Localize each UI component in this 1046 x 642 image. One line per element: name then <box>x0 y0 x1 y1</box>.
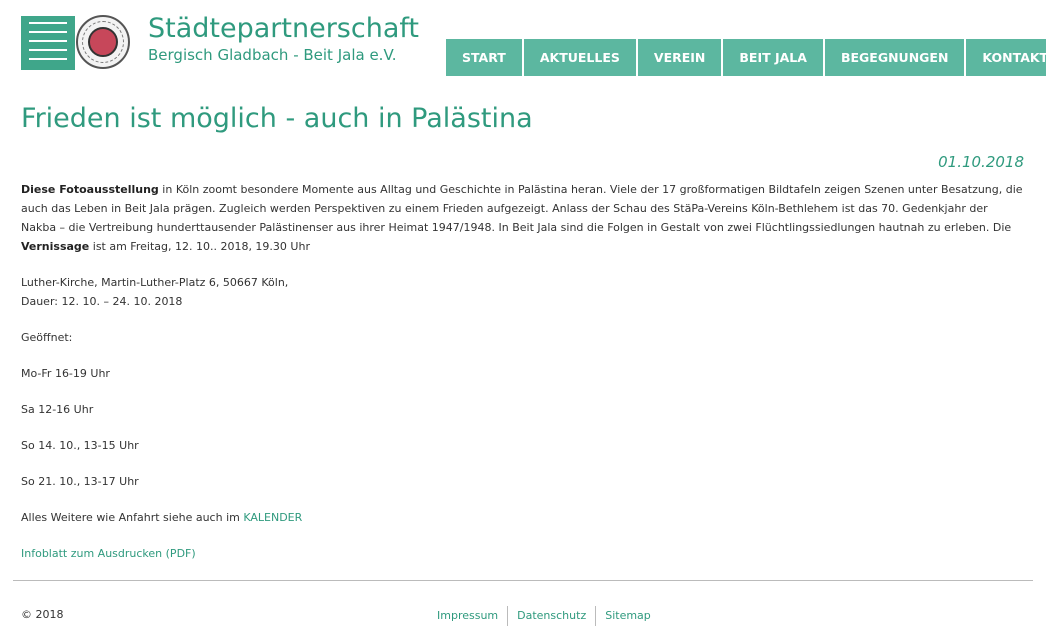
page-title: Frieden ist möglich - auch in Palästina <box>21 103 533 134</box>
hours-weekdays: Mo-Fr 16-19 Uhr <box>21 367 110 380</box>
site-subtitle[interactable]: Bergisch Gladbach - Beit Jala e.V. <box>148 46 397 64</box>
footer-divider <box>13 580 1033 581</box>
intro-bold: Diese Fotoausstellung <box>21 183 159 196</box>
main-nav: START AKTUELLES VEREIN BEIT JALA BEGEGNU… <box>446 39 1046 76</box>
calendar-link[interactable]: KALENDER <box>243 511 302 524</box>
site-header: Städtepartnerschaft Bergisch Gladbach - … <box>0 0 1046 90</box>
more-text: Alles Weitere wie Anfahrt siehe auch im <box>21 511 244 524</box>
bergisch-gladbach-logo-icon[interactable] <box>21 16 75 70</box>
nav-item-start[interactable]: START <box>446 39 522 76</box>
hours-sunday-2: So 21. 10., 13-17 Uhr <box>21 475 139 488</box>
nav-item-beit-jala[interactable]: BEIT JALA <box>723 39 823 76</box>
vernissage-bold: Vernissage <box>21 240 90 253</box>
footer-link-datenschutz[interactable]: Datenschutz <box>507 606 595 626</box>
nav-item-verein[interactable]: VEREIN <box>637 39 722 76</box>
footer-link-impressum[interactable]: Impressum <box>428 606 507 626</box>
intro-text: in Köln zoomt besondere Momente aus Allt… <box>21 183 1023 234</box>
beit-jala-seal-icon[interactable] <box>76 15 130 69</box>
nav-item-aktuelles[interactable]: AKTUELLES <box>523 39 636 76</box>
footer-link-sitemap[interactable]: Sitemap <box>595 606 660 626</box>
nav-item-begegnungen[interactable]: BEGEGNUNGEN <box>824 39 965 76</box>
footer-links: Impressum Datenschutz Sitemap <box>428 606 660 626</box>
duration: Dauer: 12. 10. – 24. 10. 2018 <box>21 295 183 308</box>
site-title[interactable]: Städtepartnerschaft <box>148 13 419 44</box>
hours-saturday: Sa 12-16 Uhr <box>21 403 94 416</box>
vernissage-text: ist am Freitag, 12. 10.. 2018, 19.30 Uhr <box>89 240 310 253</box>
more-paragraph: Alles Weitere wie Anfahrt siehe auch im … <box>21 508 1026 527</box>
article-date: 01.10.2018 <box>938 153 1024 171</box>
location-paragraph: Luther-Kirche, Martin-Luther-Platz 6, 50… <box>21 273 1026 311</box>
location: Luther-Kirche, Martin-Luther-Platz 6, 50… <box>21 276 289 289</box>
opened-label: Geöffnet: <box>21 331 73 344</box>
hours-sunday-1: So 14. 10., 13-15 Uhr <box>21 439 139 452</box>
intro-paragraph: Diese Fotoausstellung in Köln zoomt beso… <box>21 180 1026 256</box>
copyright: © 2018 <box>21 608 64 621</box>
pdf-link[interactable]: Infoblatt zum Ausdrucken (PDF) <box>21 547 196 560</box>
nav-item-kontakt[interactable]: KONTAKT <box>966 39 1046 76</box>
article-body: Diese Fotoausstellung in Köln zoomt beso… <box>21 180 1026 580</box>
